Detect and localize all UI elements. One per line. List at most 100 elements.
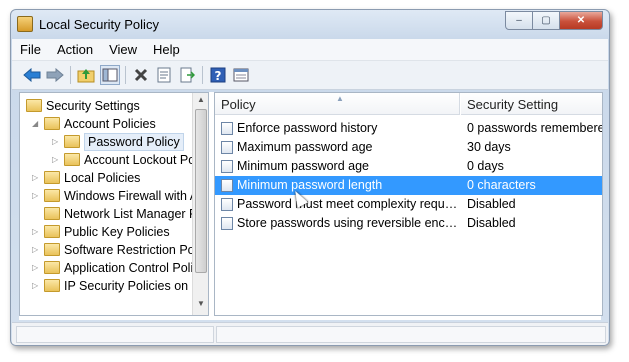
folder-icon [44, 243, 60, 256]
folder-icon [64, 135, 80, 148]
tree-pane[interactable]: Security Settings ◢ Account Policies ▷ Passw… [19, 92, 209, 316]
toolbar: ? [12, 61, 608, 90]
sort-ascending-icon: ▲ [336, 94, 344, 103]
column-header-policy[interactable]: Policy ▲ [215, 93, 460, 115]
policy-setting-value: 0 days [467, 159, 504, 173]
tree-item-label: Account Policies [64, 117, 156, 131]
menu-file[interactable]: File [12, 39, 49, 60]
tree-item-label: Software Restriction Poli [64, 243, 201, 257]
policy-setting-value: Disabled [467, 216, 516, 230]
policy-icon [221, 179, 233, 192]
export-list-icon[interactable] [177, 65, 197, 85]
folder-icon [44, 171, 60, 184]
table-row[interactable]: Password must meet complexity require...… [215, 195, 602, 214]
window-title: Local Security Policy [39, 17, 159, 32]
status-bar [12, 322, 608, 345]
properties-icon[interactable] [154, 65, 174, 85]
expand-arrow-icon[interactable]: ▷ [52, 151, 62, 169]
show-hide-tree-icon[interactable] [100, 65, 120, 85]
tree-item-label: Network List Manager P [64, 207, 198, 221]
policy-name: Minimum password age [237, 159, 369, 173]
scroll-down-arrow-icon[interactable]: ▼ [197, 299, 205, 308]
tree-item[interactable]: ▷ Application Control Poli [20, 259, 194, 277]
menu-action[interactable]: Action [49, 39, 101, 60]
tree-item-label: Local Policies [64, 171, 141, 185]
tree-item[interactable]: ▷ Local Policies [20, 169, 192, 187]
policy-name: Password must meet complexity require... [237, 197, 459, 211]
tree-item-label: IP Security Policies on Lo [64, 279, 206, 293]
policy-icon [221, 217, 233, 230]
tree-item[interactable]: ▷ IP Security Policies on Lo [20, 277, 206, 295]
policy-icon [221, 122, 233, 135]
menu-help[interactable]: Help [145, 39, 188, 60]
tree-item[interactable]: ▷ Password Policy [20, 133, 192, 151]
content-area: Security Settings ◢ Account Policies ▷ Passw… [19, 92, 603, 320]
status-segment [216, 326, 606, 343]
security-policy-icon [17, 16, 33, 32]
tree-item-label: Security Settings [46, 99, 140, 113]
tree-item[interactable]: ▷ Account Lockout Po [20, 151, 195, 169]
table-row[interactable]: Maximum password age 30 days [215, 138, 602, 157]
maximize-button[interactable]: ▢ [532, 11, 560, 30]
folder-icon [44, 225, 60, 238]
tree-item-label: Application Control Poli [64, 261, 194, 275]
expanded-arrow-icon[interactable]: ◢ [32, 115, 42, 133]
tree-item[interactable]: ▷ Windows Firewall with A [20, 187, 198, 205]
scroll-thumb[interactable] [195, 109, 207, 273]
policy-icon [221, 198, 233, 211]
help-icon[interactable]: ? [208, 65, 228, 85]
tree-item[interactable]: Network List Manager P [20, 205, 197, 223]
folder-icon [44, 261, 60, 274]
folder-icon [44, 117, 60, 130]
status-segment [16, 326, 214, 343]
policy-setting-value: 30 days [467, 140, 511, 154]
expand-arrow-icon[interactable]: ▷ [32, 277, 42, 295]
policy-name: Store passwords using reversible encrypt… [237, 216, 459, 230]
table-row[interactable]: Minimum password age 0 days [215, 157, 602, 176]
menu-bar: File Action View Help [12, 39, 608, 61]
policy-list: Policy ▲ Security Setting Enforce passwo… [214, 92, 603, 316]
policy-setting-value: 0 characters [467, 178, 536, 192]
scroll-up-arrow-icon[interactable]: ▲ [197, 95, 205, 104]
expand-arrow-icon[interactable]: ▷ [32, 169, 42, 187]
policy-name: Minimum password length [237, 178, 383, 192]
close-button[interactable]: ✕ [559, 11, 603, 30]
tree-item[interactable]: ▷ Software Restriction Poli [20, 241, 200, 259]
title-bar[interactable]: Local Security Policy – ▢ ✕ [11, 10, 609, 38]
tree-item-label: Public Key Policies [64, 225, 170, 239]
delete-icon[interactable] [131, 65, 151, 85]
folder-icon [64, 153, 80, 166]
policy-name: Enforce password history [237, 121, 378, 135]
tree-scrollbar[interactable]: ▲ ▼ [192, 93, 208, 315]
folder-icon [44, 279, 60, 292]
table-row[interactable]: Store passwords using reversible encrypt… [215, 214, 602, 233]
expand-arrow-icon[interactable]: ▷ [32, 241, 42, 259]
expand-arrow-icon[interactable]: ▷ [32, 223, 42, 241]
app-window: Local Security Policy – ▢ ✕ File Action … [10, 9, 610, 346]
tree-item-label: Password Policy [84, 133, 184, 151]
menu-view[interactable]: View [101, 39, 145, 60]
back-icon[interactable] [22, 65, 42, 85]
policy-setting-value: 0 passwords remembered [467, 121, 602, 135]
folder-icon [44, 189, 60, 202]
svg-text:?: ? [215, 69, 222, 83]
forward-icon[interactable] [45, 65, 65, 85]
table-row[interactable]: Minimum password length 0 characters [215, 176, 602, 195]
policy-icon [221, 160, 233, 173]
tree-item[interactable]: ▷ Public Key Policies [20, 223, 192, 241]
security-settings-icon [26, 99, 42, 112]
minimize-button[interactable]: – [505, 11, 533, 30]
table-row[interactable]: Enforce password history 0 passwords reme… [215, 119, 602, 138]
tree-item[interactable]: Security Settings [20, 97, 192, 115]
expand-arrow-icon[interactable]: ▷ [32, 259, 42, 277]
up-folder-icon[interactable] [76, 65, 96, 85]
policy-icon [221, 141, 233, 154]
console-icon[interactable] [231, 65, 251, 85]
column-header-policy-label: Policy [221, 97, 256, 112]
expand-arrow-icon[interactable]: ▷ [32, 187, 42, 205]
expand-arrow-icon[interactable]: ▷ [52, 133, 62, 151]
tree-item[interactable]: ◢ Account Policies [20, 115, 192, 133]
column-header-security-setting[interactable]: Security Setting [461, 93, 602, 115]
policy-name: Maximum password age [237, 140, 373, 154]
tree-item-label: Windows Firewall with A [64, 189, 199, 203]
